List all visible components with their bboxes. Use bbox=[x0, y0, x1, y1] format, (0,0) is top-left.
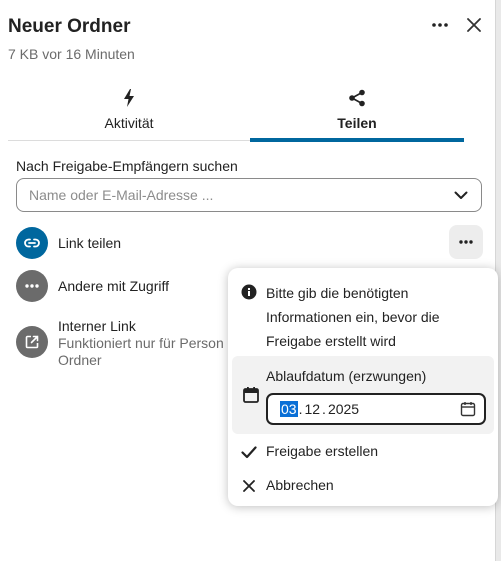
others-with-access-label: Andere mit Zugriff bbox=[58, 278, 170, 294]
share-link-label: Link teilen bbox=[58, 235, 122, 251]
tab-share[interactable]: Teilen bbox=[250, 84, 464, 142]
chevron-down-icon bbox=[454, 191, 468, 199]
share-info-text: Bitte gib die benötigten Informationen e… bbox=[266, 285, 440, 349]
internal-link-title: Interner Link bbox=[58, 318, 136, 334]
more-horizontal-icon bbox=[432, 23, 448, 27]
search-combobox[interactable] bbox=[16, 178, 482, 212]
external-link-icon bbox=[25, 335, 39, 349]
internal-link-row[interactable] bbox=[16, 326, 48, 358]
internal-link-text: Interner Link Funktioniert nur für Perso… bbox=[58, 318, 238, 369]
date-year[interactable]: 2025 bbox=[327, 401, 360, 417]
close-button[interactable] bbox=[463, 14, 485, 36]
header-more-button[interactable] bbox=[429, 14, 451, 36]
calendar-icon bbox=[243, 387, 259, 403]
others-with-access-row[interactable]: Andere mit Zugriff bbox=[16, 270, 169, 302]
internal-link-avatar bbox=[16, 326, 48, 358]
sidebar-tabs: Aktivität Teilen bbox=[8, 84, 464, 142]
share-options-menu: Bitte gib die benötigten Informationen e… bbox=[228, 268, 498, 506]
close-icon bbox=[243, 480, 255, 492]
active-tab-indicator bbox=[250, 138, 464, 142]
tab-activity-label: Aktivität bbox=[104, 115, 154, 131]
more-horizontal-icon bbox=[459, 240, 473, 244]
expiration-date-section: Ablaufdatum (erzwungen) 03 . 12 . 2025 bbox=[232, 356, 494, 434]
expiration-date-label: Ablaufdatum (erzwungen) bbox=[266, 368, 427, 384]
close-icon bbox=[467, 18, 481, 32]
search-dropdown-toggle[interactable] bbox=[453, 187, 469, 203]
create-share-label: Freigabe erstellen bbox=[266, 443, 379, 459]
date-day[interactable]: 03 bbox=[280, 401, 298, 417]
others-avatar bbox=[16, 270, 48, 302]
calendar-picker-icon[interactable] bbox=[460, 401, 476, 417]
share-icon bbox=[349, 89, 365, 107]
file-meta: 7 KB vor 16 Minuten bbox=[8, 46, 135, 62]
more-horizontal-icon bbox=[25, 284, 39, 288]
cancel-button[interactable]: Abbrechen bbox=[228, 471, 498, 501]
share-link-row[interactable]: Link teilen bbox=[16, 227, 121, 259]
link-avatar bbox=[16, 227, 48, 259]
tab-activity[interactable]: Aktivität bbox=[8, 84, 250, 142]
page-title: Neuer Ordner bbox=[8, 16, 131, 37]
internal-link-description-2: Ordner bbox=[58, 352, 102, 368]
info-icon bbox=[241, 284, 257, 300]
tab-share-label: Teilen bbox=[337, 115, 377, 131]
search-label: Nach Freigabe-Empfängern suchen bbox=[16, 158, 238, 174]
link-icon bbox=[24, 238, 40, 248]
share-link-actions-button[interactable] bbox=[449, 225, 483, 259]
cancel-label: Abbrechen bbox=[266, 477, 334, 493]
create-share-button[interactable]: Freigabe erstellen bbox=[228, 437, 498, 467]
date-month[interactable]: 12 bbox=[303, 401, 321, 417]
internal-link-description-1: Funktioniert nur für Person bbox=[58, 335, 224, 351]
search-input[interactable] bbox=[29, 179, 429, 211]
expiration-date-input[interactable]: 03 . 12 . 2025 bbox=[266, 393, 486, 425]
lightning-icon bbox=[124, 89, 134, 107]
checkmark-icon bbox=[241, 446, 257, 459]
